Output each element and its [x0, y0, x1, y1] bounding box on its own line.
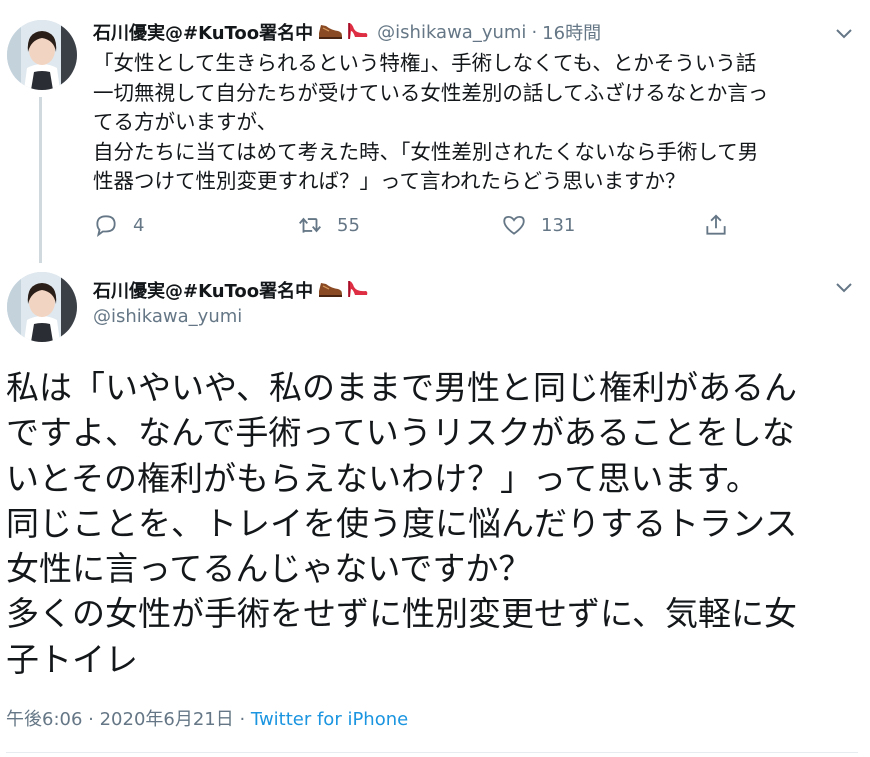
- tweet-actions: 4 55 131: [93, 208, 753, 242]
- tweet-text-line: てる方がいますが、: [93, 110, 278, 134]
- handle[interactable]: @ishikawa_yumi: [377, 22, 526, 43]
- display-name[interactable]: 石川優実@#KuToo署名中: [93, 277, 313, 303]
- tweet-text-line: 「女性として生きられるという特権」、手術しなくても、とかそういう話: [93, 51, 757, 75]
- brown-shoe-icon: [317, 277, 343, 303]
- chevron-down-icon[interactable]: [835, 26, 853, 40]
- reply-button[interactable]: 4: [93, 208, 144, 242]
- tweet-text-line: 自分たちに当てはめて考えた時、「女性差別されたくないなら手術して男: [93, 139, 759, 164]
- source-link[interactable]: Twitter for iPhone: [251, 709, 408, 730]
- retweet-icon: [299, 217, 321, 233]
- tweet-text: 私は「いやいや、私のままで男性と同じ権利があるん ですよ、なんで手術っていうリス…: [6, 365, 866, 682]
- thread-connector-line: [39, 97, 42, 263]
- tweet-text-line: いとその権利がもらえないわけ？」って思います。: [6, 458, 760, 498]
- tweet-parent[interactable]: 石川優実@#KuToo署名中 @ishikawa_yumi · 16時間 「女性…: [0, 0, 870, 263]
- tweet-text: 「女性として生きられるという特権」、手術しなくても、とかそういう話 一切無視して…: [93, 49, 853, 197]
- divider: [6, 752, 858, 753]
- tweet-text-line: 性器つけて性別変更すれば？」って言われたらどう思いますか？: [93, 169, 686, 193]
- reply-icon: [96, 215, 116, 237]
- display-name[interactable]: 石川優実@#KuToo署名中: [93, 19, 313, 45]
- share-icon: [706, 214, 726, 235]
- chevron-down-icon[interactable]: [835, 280, 853, 294]
- tweet-time[interactable]: 16時間: [542, 19, 601, 45]
- heart-icon: [503, 215, 525, 235]
- red-high-heel-icon: [347, 277, 369, 303]
- reply-count: 4: [133, 214, 145, 236]
- retweet-count: 55: [337, 214, 360, 236]
- retweet-button[interactable]: 55: [297, 208, 360, 242]
- tweet-text-line: 私は「いやいや、私のままで男性と同じ権利があるん: [6, 368, 798, 407]
- tweet-text-line: 女性に言ってるんじゃないですか？: [6, 549, 532, 589]
- red-high-heel-icon: [347, 19, 369, 45]
- avatar[interactable]: [7, 20, 77, 90]
- tweet-text-line: ですよ、なんで手術っていうリスクがあることをしな: [6, 413, 795, 453]
- like-button[interactable]: 131: [501, 208, 575, 242]
- separator-dot: ·: [531, 21, 538, 43]
- tweet-text-line: 多くの女性が手術をせずに性別変更せずに、気軽に女: [6, 594, 798, 634]
- tweet-timestamp[interactable]: 午後6:06 · 2020年6月21日 ·: [6, 709, 251, 730]
- share-button[interactable]: [703, 208, 729, 242]
- tweet-header: 石川優実@#KuToo署名中 @ishikawa_yumi · 16時間: [93, 18, 601, 46]
- handle[interactable]: @ishikawa_yumi: [93, 306, 242, 327]
- tweet-header: 石川優実@#KuToo署名中: [93, 275, 369, 305]
- like-count: 131: [541, 214, 576, 236]
- tweet-meta: 午後6:06 · 2020年6月21日 · Twitter for iPhone: [6, 705, 408, 731]
- brown-shoe-icon: [317, 19, 343, 45]
- tweet-text-line: 一切無視して自分たちが受けている女性差別の話してふざけるなとか言っ: [93, 80, 769, 105]
- avatar[interactable]: [7, 272, 77, 342]
- tweet-text-line: 子トイレ: [6, 639, 138, 679]
- tweet-text-line: 同じことを、トレイを使う度に悩んだりするトランス: [6, 503, 798, 543]
